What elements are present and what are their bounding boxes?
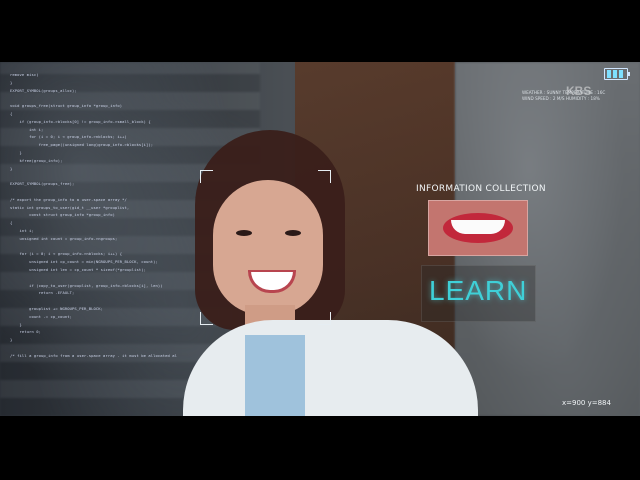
code-line: unsigned int len = cp_count * sizeof(*gr… <box>10 267 146 272</box>
code-line: if (group_info->blocks[0] != group_info-… <box>10 118 151 124</box>
blue-shirt <box>245 335 305 420</box>
code-line: EXPORT_SYMBOL(groups_free); <box>10 181 75 187</box>
code-line: remove misc) <box>10 72 39 77</box>
code-line: if (copy_to_user(grouplist, group_info->… <box>10 282 163 288</box>
code-line: } <box>10 165 13 171</box>
code-line: for (i = 0; i < group_info->nblocks; i++… <box>10 134 127 140</box>
code-line: unsigned int count = group_info->ngroups… <box>10 235 118 241</box>
battery-bar <box>619 70 623 78</box>
code-line: } <box>10 321 22 327</box>
code-line: void groups_free(struct group_info *grou… <box>10 103 123 109</box>
code-line: const struct group_info *group_info) <box>10 212 115 218</box>
letterbox-top <box>0 0 640 62</box>
information-collection-title: INFORMATION COLLECTION <box>416 184 546 194</box>
code-overlay: remove misc)} EXPORT_SYMBOL(groups_alloc)… <box>10 72 180 372</box>
battery-icon <box>604 68 630 80</box>
battery-bar <box>613 70 617 78</box>
code-line: /* export the group_info to a user-space… <box>10 196 127 202</box>
lips-capture-panel <box>428 200 528 256</box>
code-line: { <box>10 220 13 226</box>
face-frame-corner-tl <box>200 170 213 183</box>
teeth-image <box>451 220 505 234</box>
code-line: /* fill a group_info from a user-space a… <box>10 352 178 358</box>
left-eye <box>236 230 252 236</box>
white-jacket <box>183 320 478 420</box>
code-line: { <box>10 111 13 116</box>
code-line: unsigned int cp_count = min(NGROUPS_PER_… <box>10 259 158 265</box>
face-frame-corner-br <box>318 312 331 325</box>
face <box>213 180 323 315</box>
code-line: grouplist += NGROUPS_PER_BLOCK; <box>10 306 104 311</box>
letterbox-bottom <box>0 416 640 480</box>
code-line: int i; <box>10 126 44 132</box>
battery-bar <box>607 70 611 78</box>
face-frame-corner-bl <box>200 312 213 325</box>
code-line: free_page((unsigned long)group_info->blo… <box>10 142 154 148</box>
code-line: return 0; <box>10 329 42 335</box>
code-line: } <box>10 79 13 85</box>
weather-readout: WEATHER : SUNNY TEMPERATURE : 16C WIND S… <box>522 90 605 102</box>
weather-line-2: WIND SPEED : 2 M/S HUMIDITY : 18% <box>522 96 600 101</box>
code-line: for (i = 0; i < group_info->nblocks; i++… <box>10 251 123 257</box>
right-eye <box>285 230 301 236</box>
learn-label: LEARN <box>429 275 528 306</box>
code-line: static int groups_to_user(gid_t __user *… <box>10 204 130 210</box>
code-line: kfree(group_info); <box>10 157 63 163</box>
coordinates-readout: x=900 y=884 <box>562 399 611 407</box>
code-line: } <box>10 150 22 155</box>
face-frame-corner-tr <box>318 170 331 183</box>
code-line: return -EFAULT; <box>10 290 75 296</box>
code-line: int i; <box>10 228 34 233</box>
code-line: } <box>10 337 13 343</box>
code-line: EXPORT_SYMBOL(groups_alloc); <box>10 87 77 93</box>
code-line: count -= cp_count; <box>10 313 73 319</box>
